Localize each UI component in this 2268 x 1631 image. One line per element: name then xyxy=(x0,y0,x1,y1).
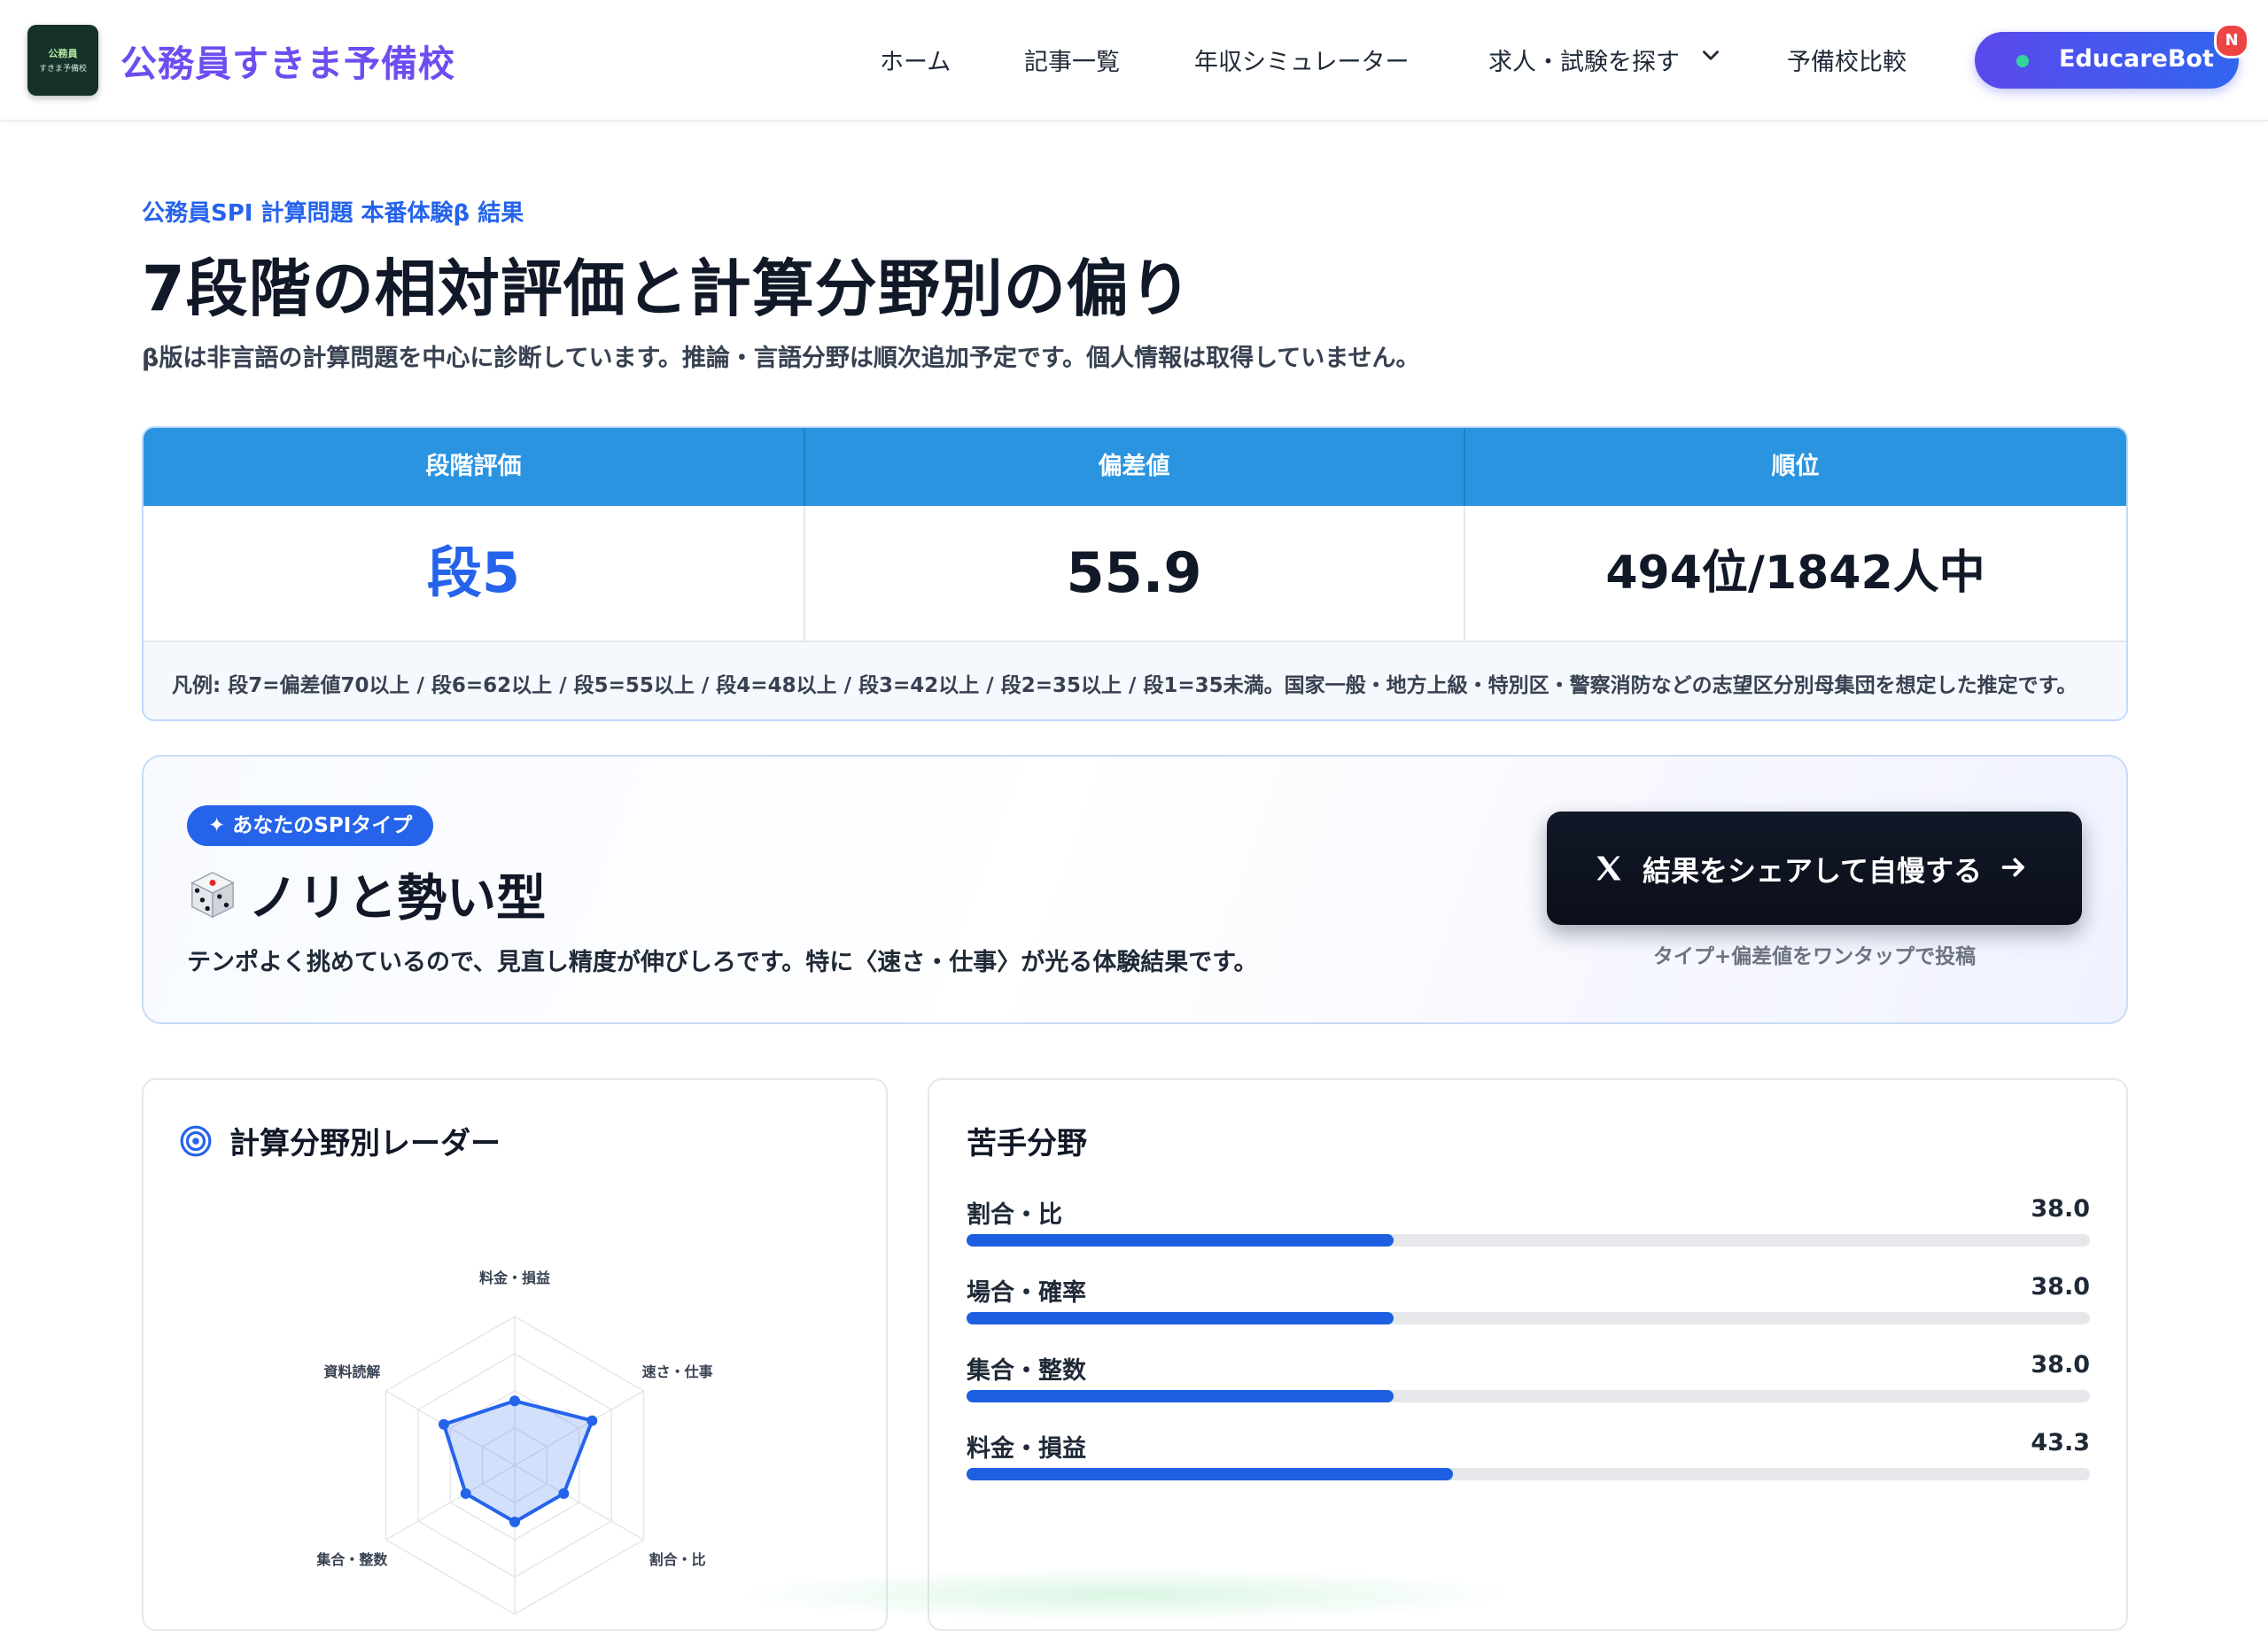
weak-areas-title: 苦手分野 xyxy=(967,1126,1087,1161)
radar-axis-label: 速さ・仕事 xyxy=(642,1363,713,1380)
radar-data-point xyxy=(558,1487,570,1499)
page-lead-text: β版は非言語の計算問題を中心に診断しています。推論・言語分野は順次追加予定です。… xyxy=(142,345,1420,372)
spi-type-card: ✦ あなたのSPIタイプ ノリと勢い型 テンポよく挑めているので、見直し精度が伸… xyxy=(142,755,2128,1024)
results-header-row: 段階評価 偏差値 順位 xyxy=(144,428,2126,506)
nav-job-search[interactable]: 求人・試験を探す xyxy=(1488,43,1680,77)
educarebot-button[interactable]: EducareBot xyxy=(1975,32,2239,89)
logo-text-line2: すきま予備校 xyxy=(38,65,87,74)
score-bar-fill xyxy=(967,1234,1394,1247)
page-title: 7段階の相対評価と計算分野別の偏り xyxy=(142,252,1192,325)
weak-area-item: 場合・確率 38.0 xyxy=(967,1273,2090,1326)
result-eyebrow: 公務員SPI 計算問題 本番体験β 結果 xyxy=(142,200,524,227)
score-bar-fill xyxy=(967,1468,1454,1480)
stage-value: 段5 xyxy=(426,540,521,605)
bottom-glow-decoration xyxy=(726,1568,1524,1621)
spi-type-description: テンポよく挑めているので、見直し精度が伸びしろです。特に〈速さ・仕事〉が光る体験… xyxy=(187,949,1258,976)
radar-axis-label: 集合・整数 xyxy=(315,1551,388,1568)
radar-axis-label: 資料読解 xyxy=(323,1363,380,1380)
x-logo-icon xyxy=(1596,856,1621,881)
score-bar-track xyxy=(967,1312,2090,1324)
radar-data-point xyxy=(586,1415,598,1426)
score-bar-track xyxy=(967,1390,2090,1402)
share-note: タイプ+偏差値をワンタップで投稿 xyxy=(1652,945,1977,968)
spi-type-heading: ノリと勢い型 xyxy=(187,858,546,929)
radar-chart-card: 計算分野別レーダー 料金・損益速さ・仕事割合・比場合・確率集合・整数資料読解 xyxy=(142,1078,888,1631)
site-logo[interactable]: 公務員 すきま予備校 xyxy=(27,25,98,96)
online-status-dot xyxy=(2016,55,2029,67)
score-bar-fill xyxy=(967,1390,1394,1402)
weak-areas-card: 苦手分野 割合・比 38.0 場合・確率 38.0 集合・整数 38.0 料金・… xyxy=(928,1078,2128,1631)
educarebot-label: EducareBot xyxy=(2059,45,2214,73)
weak-area-item: 割合・比 38.0 xyxy=(967,1195,2090,1248)
weak-area-label: 割合・比 xyxy=(967,1201,1062,1229)
legend-text: 凡例: 段7=偏差値70以上 / 段6=62以上 / 段5=55以上 / 段4=… xyxy=(172,674,2078,697)
score-bar-track xyxy=(967,1234,2090,1247)
radar-data-point xyxy=(438,1418,449,1430)
header-deviation: 偏差値 xyxy=(1098,453,1170,480)
logo-text-line1: 公務員 xyxy=(48,48,78,59)
divider xyxy=(1464,428,1465,506)
share-on-x-button[interactable]: 結果をシェアして自慢する xyxy=(1547,812,2082,925)
nav-home[interactable]: ホーム xyxy=(880,43,951,77)
weak-area-score: 38.0 xyxy=(2031,1351,2090,1379)
weak-area-item: 料金・損益 43.3 xyxy=(967,1429,2090,1482)
weak-area-score: 38.0 xyxy=(2031,1195,2090,1223)
rank-value: 494位/1842人中 xyxy=(1605,547,1985,600)
chevron-down-icon[interactable] xyxy=(1699,44,1722,67)
results-legend: 凡例: 段7=偏差値70以上 / 段6=62以上 / 段5=55以上 / 段4=… xyxy=(144,641,2126,719)
weak-area-label: 集合・整数 xyxy=(967,1357,1086,1385)
header-rank: 順位 xyxy=(1771,453,1820,480)
spi-type-name: ノリと勢い型 xyxy=(248,870,547,928)
arrow-right-icon xyxy=(2001,858,2024,877)
radar-title: 計算分野別レーダー xyxy=(229,1126,501,1161)
divider xyxy=(804,428,805,506)
spi-type-pill: ✦ あなたのSPIタイプ xyxy=(187,805,434,846)
weak-area-item: 集合・整数 38.0 xyxy=(967,1351,2090,1404)
radar-data-point xyxy=(460,1487,471,1499)
weak-area-score: 43.3 xyxy=(2031,1429,2090,1456)
dice-icon xyxy=(190,871,235,918)
results-summary-table: 段階評価 偏差値 順位 段5 55.9 494位/1842人中 凡例: 段7=偏… xyxy=(142,426,2128,721)
weak-area-score: 38.0 xyxy=(2031,1273,2090,1301)
radar-axis-label: 割合・比 xyxy=(649,1551,706,1568)
site-brand-name[interactable]: 公務員すきま予備校 xyxy=(120,34,455,87)
weak-area-label: 料金・損益 xyxy=(967,1435,1086,1463)
radar-chart: 料金・損益速さ・仕事割合・比場合・確率集合・整数資料読解 xyxy=(315,1270,713,1615)
nav-articles[interactable]: 記事一覧 xyxy=(1024,43,1120,77)
nav-salary-simulator[interactable]: 年収シミュレーター xyxy=(1194,43,1409,77)
top-navigation-bar: 公務員 すきま予備校 公務員すきま予備校 ホーム 記事一覧 年収シミュレーター … xyxy=(0,0,2268,121)
radar-data-point xyxy=(509,1516,520,1527)
new-badge: N xyxy=(2214,23,2249,58)
deviation-value: 55.9 xyxy=(1066,540,1202,605)
nav-school-comparison[interactable]: 予備校比較 xyxy=(1787,43,1907,77)
share-button-label: 結果をシェアして自慢する xyxy=(1643,854,1983,888)
score-bar-fill xyxy=(967,1312,1394,1324)
score-bar-track xyxy=(967,1468,2090,1480)
weak-area-label: 場合・確率 xyxy=(967,1279,1086,1307)
header-stage: 段階評価 xyxy=(425,453,522,480)
radar-data-area xyxy=(441,1399,594,1524)
target-icon xyxy=(180,1125,212,1157)
radar-data-point xyxy=(509,1395,520,1407)
radar-axis-label: 料金・損益 xyxy=(479,1270,550,1286)
